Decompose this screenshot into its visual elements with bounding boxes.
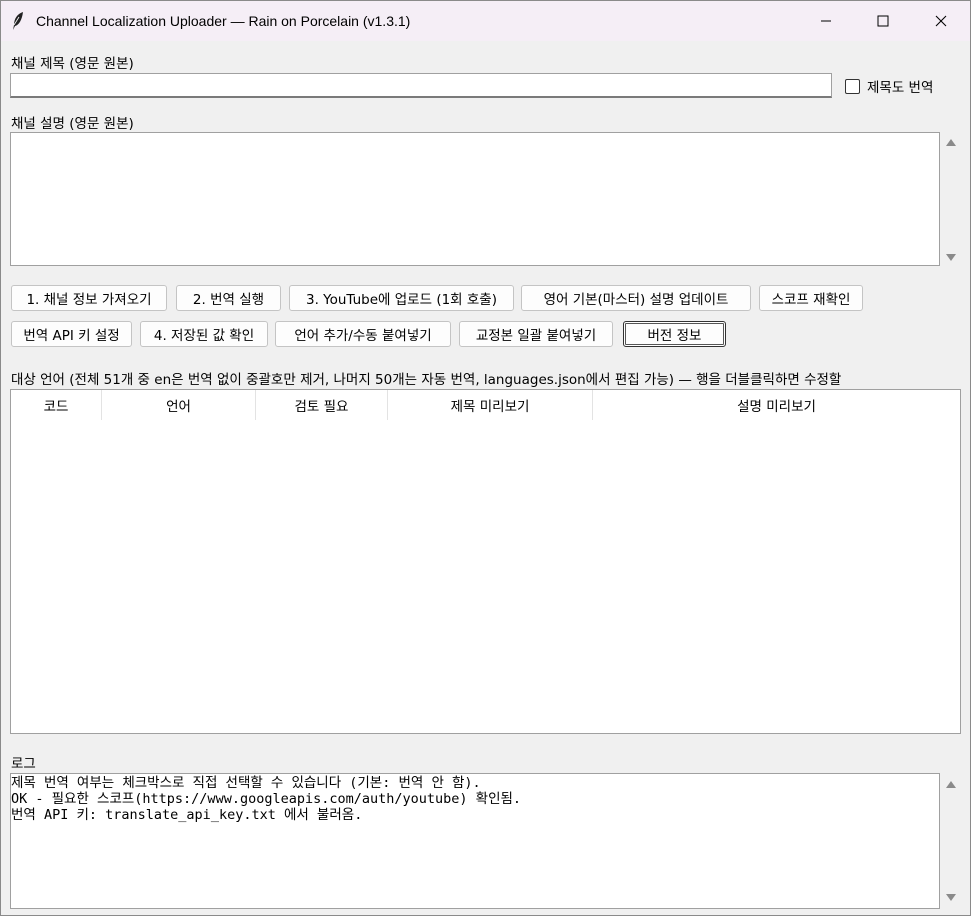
window-title: Channel Localization Uploader — Rain on … xyxy=(36,13,411,29)
log-line: 번역 API 키: translate_api_key.txt 에서 불러옴. xyxy=(11,807,363,823)
recheck-scope-button[interactable]: 스코프 재확인 xyxy=(759,285,863,311)
maximize-button[interactable] xyxy=(854,1,912,41)
channel-description-label: 채널 설명 (영문 원본) xyxy=(11,116,134,132)
app-window: Channel Localization Uploader — Rain on … xyxy=(0,0,971,916)
translate-title-toggle[interactable]: 제목도 번역 xyxy=(845,76,933,96)
view-saved-values-button[interactable]: 4. 저장된 값 확인 xyxy=(140,321,268,347)
channel-title-input[interactable] xyxy=(10,73,832,98)
run-translation-button[interactable]: 2. 번역 실행 xyxy=(176,285,281,311)
log-line: 제목 번역 여부는 체크박스로 직접 선택할 수 있습니다 (기본: 번역 안 … xyxy=(11,775,481,791)
bulk-paste-corrections-button[interactable]: 교정본 일괄 붙여넣기 xyxy=(459,321,613,347)
languages-table[interactable]: 코드 언어 검토 필요 제목 미리보기 설명 미리보기 xyxy=(10,389,961,734)
log-content: 제목 번역 여부는 체크박스로 직접 선택할 수 있습니다 (기본: 번역 안 … xyxy=(11,775,521,823)
translate-title-checkbox[interactable] xyxy=(845,78,860,94)
upload-youtube-button[interactable]: 3. YouTube에 업로드 (1회 호출) xyxy=(289,285,514,311)
translate-title-label: 제목도 번역 xyxy=(867,80,934,96)
scroll-down-icon[interactable] xyxy=(946,894,956,901)
description-scrollbar[interactable] xyxy=(941,132,961,266)
api-key-settings-button[interactable]: 번역 API 키 설정 xyxy=(11,321,132,347)
log-scrollbar[interactable] xyxy=(941,773,961,909)
channel-title-label: 채널 제목 (영문 원본) xyxy=(11,56,134,72)
scroll-down-icon[interactable] xyxy=(946,254,956,261)
close-icon xyxy=(935,15,947,27)
column-header-review[interactable]: 검토 필요 xyxy=(256,390,388,420)
minimize-icon xyxy=(821,20,831,22)
column-header-title-preview[interactable]: 제목 미리보기 xyxy=(388,390,593,420)
column-header-code[interactable]: 코드 xyxy=(11,390,102,420)
column-header-description-preview[interactable]: 설명 미리보기 xyxy=(593,390,960,420)
log-label: 로그 xyxy=(11,756,36,772)
title-bar: Channel Localization Uploader — Rain on … xyxy=(1,1,970,41)
languages-table-header: 코드 언어 검토 필요 제목 미리보기 설명 미리보기 xyxy=(11,390,960,420)
version-info-button[interactable]: 버전 정보 xyxy=(623,321,726,347)
column-header-language[interactable]: 언어 xyxy=(102,390,256,420)
channel-description-textarea[interactable] xyxy=(10,132,940,266)
fetch-channel-button[interactable]: 1. 채널 정보 가져오기 xyxy=(11,285,167,311)
log-line: OK - 필요한 스코프(https://www.googleapis.com/… xyxy=(11,791,522,807)
maximize-icon xyxy=(877,15,889,27)
scroll-up-icon[interactable] xyxy=(946,139,956,146)
scroll-up-icon[interactable] xyxy=(946,781,956,788)
minimize-button[interactable] xyxy=(797,1,855,41)
languages-caption: 대상 언어 (전체 51개 중 en은 번역 없이 중괄호만 제거, 나머지 5… xyxy=(11,372,842,388)
feather-icon xyxy=(13,12,23,30)
add-language-button[interactable]: 언어 추가/수동 붙여넣기 xyxy=(275,321,451,347)
close-button[interactable] xyxy=(912,1,970,41)
update-master-description-button[interactable]: 영어 기본(마스터) 설명 업데이트 xyxy=(521,285,751,311)
